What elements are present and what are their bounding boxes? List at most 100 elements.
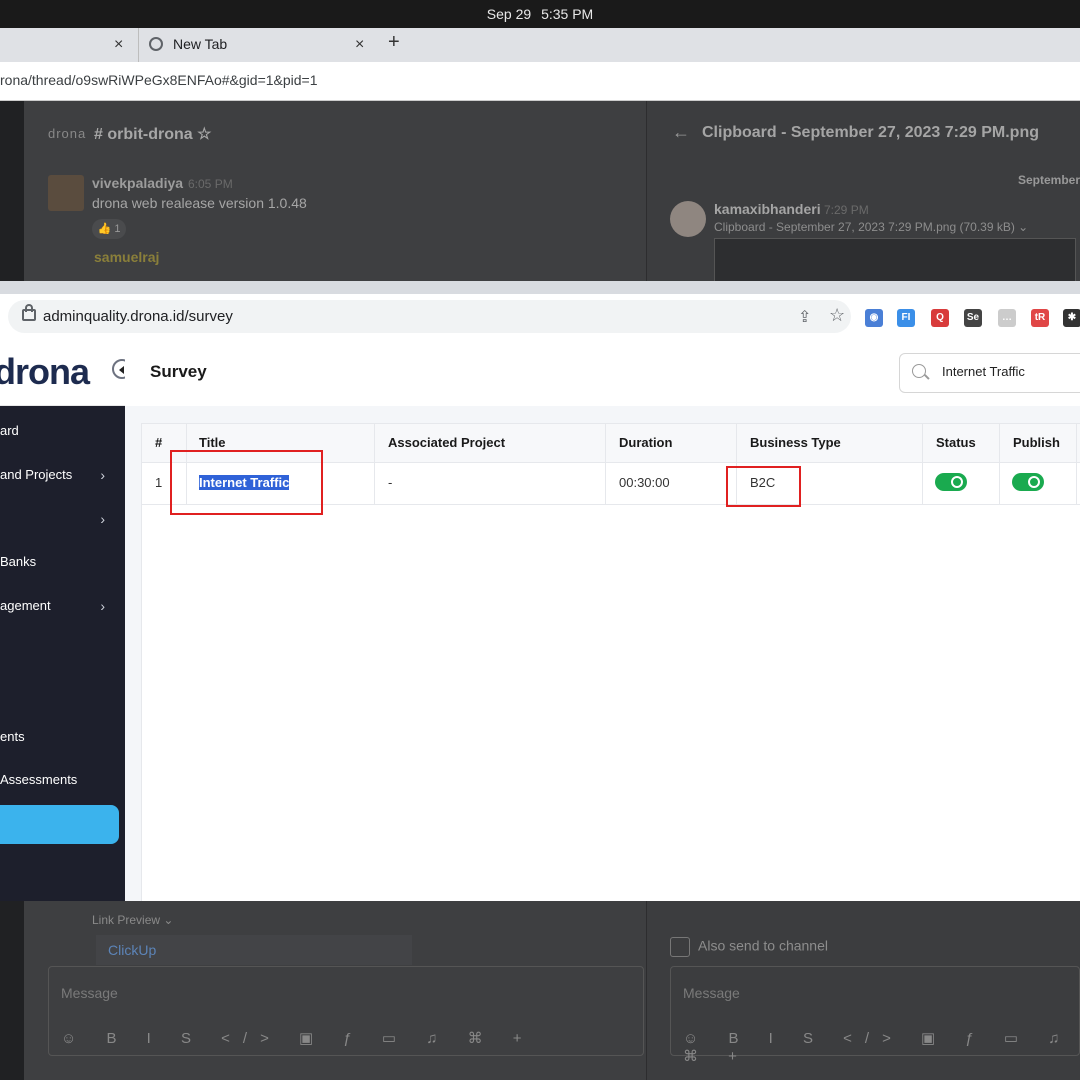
search-value[interactable]: Internet Traffic: [942, 364, 1025, 379]
system-top-bar: Sep 29 5:35 PM: [0, 0, 1080, 28]
channel-name[interactable]: # orbit-drona ☆: [94, 124, 211, 144]
sidebar-item-assessments[interactable]: Assessments: [0, 772, 125, 787]
sidebar-item-label: agement: [0, 598, 51, 613]
column-header-title[interactable]: Title: [199, 435, 226, 450]
search-input[interactable]: Internet Traffic: [899, 353, 1080, 393]
column-header-duration[interactable]: Duration: [619, 435, 672, 450]
composer-toolbar[interactable]: ☺ B I S </> ▣ ƒ ▭ ♫ ⌘ +: [683, 1029, 1079, 1065]
date-separator: September: [1018, 173, 1080, 187]
status-toggle[interactable]: [935, 473, 967, 491]
message-author[interactable]: samuelraj: [94, 249, 159, 265]
app-logo-area[interactable]: drona: [0, 339, 125, 406]
attachment-preview-image[interactable]: [714, 238, 1076, 284]
message-author[interactable]: kamaxibhanderi: [714, 201, 821, 217]
sidebar-item-banks[interactable]: Banks: [0, 554, 125, 569]
sidebar-item-survey-active[interactable]: [0, 805, 119, 844]
message-time: 6:05 PM: [188, 177, 233, 191]
system-time: 5:35 PM: [541, 6, 594, 22]
search-icon: [912, 364, 926, 378]
close-tab-icon[interactable]: ×: [355, 36, 364, 54]
attachment-name[interactable]: Clipboard - September 27, 2023 7:29 PM.p…: [714, 220, 1028, 234]
column-divider: [999, 424, 1000, 504]
cell-duration: 00:30:00: [619, 475, 670, 490]
channel-message-composer[interactable]: Message ☺ B I S </> ▣ ƒ ▭ ♫ ⌘ +: [48, 966, 644, 1056]
message-text: drona web realease version 1.0.48: [92, 195, 307, 211]
extension-icon[interactable]: tR: [1031, 309, 1049, 327]
column-divider: [922, 424, 923, 504]
cell-project: -: [388, 475, 393, 490]
sidebar-item-label: and Projects: [0, 467, 73, 482]
extension-icon[interactable]: Q: [931, 309, 949, 327]
sidebar-item-management[interactable]: agement ›: [0, 598, 125, 614]
sidebar-item-projects[interactable]: and Projects ›: [0, 467, 125, 483]
address-bar[interactable]: adminquality.drona.id/survey ⇪ ☆: [8, 300, 851, 333]
chevron-right-icon: ›: [100, 598, 105, 614]
address-url[interactable]: adminquality.drona.id/survey: [43, 308, 233, 325]
thread-message-composer[interactable]: Message ☺ B I S </> ▣ ƒ ▭ ♫ ⌘ +: [670, 966, 1080, 1065]
chevron-right-icon: ›: [100, 511, 105, 527]
extension-icon[interactable]: …: [998, 309, 1016, 327]
app-logo[interactable]: drona: [0, 351, 90, 393]
share-icon[interactable]: ⇪: [798, 307, 811, 327]
column-divider: [374, 424, 375, 504]
extensions-puzzle-icon[interactable]: ✱: [1063, 309, 1080, 327]
reaction-badge[interactable]: 👍 1: [92, 219, 126, 239]
sidebar-item-label: Assessments: [0, 772, 78, 787]
sidebar-item-label: ard: [0, 423, 19, 438]
new-tab-plus-icon[interactable]: +: [388, 31, 400, 54]
foreground-browser-window: adminquality.drona.id/survey ⇪ ☆ ◉ FI Q …: [0, 281, 1080, 901]
extension-icon[interactable]: Se: [964, 309, 982, 327]
tab-new-tab[interactable]: New Tab ×: [138, 28, 377, 62]
app-sidebar: drona ard and Projects › › Banks agement…: [0, 339, 125, 901]
close-tab-icon[interactable]: ×: [114, 36, 123, 54]
column-header-number[interactable]: #: [155, 435, 162, 450]
link-preview-toggle[interactable]: Link Preview ⌄: [92, 913, 173, 927]
system-date: Sep 29: [486, 6, 532, 22]
also-send-checkbox[interactable]: Also send to channel: [670, 937, 828, 957]
bookmark-star-icon[interactable]: ☆: [829, 305, 845, 326]
page-header: Survey Internet Traffic: [125, 339, 1080, 407]
avatar[interactable]: [48, 175, 84, 211]
column-header-project[interactable]: Associated Project: [388, 435, 505, 450]
avatar[interactable]: [670, 201, 706, 237]
checkbox-icon[interactable]: [670, 937, 690, 957]
thread-title: Clipboard - September 27, 2023 7:29 PM.p…: [702, 124, 1039, 141]
lock-icon[interactable]: [22, 304, 36, 321]
publish-toggle[interactable]: [1012, 473, 1044, 491]
also-send-label: Also send to channel: [698, 937, 828, 954]
chat-brand-logo: drona: [48, 126, 87, 141]
tab-background-1[interactable]: ×: [0, 28, 136, 62]
background-url[interactable]: rona/thread/o9swRiWPeGx8ENFAo#&gid=1&pid…: [0, 72, 318, 88]
bookmarks-strip: [0, 281, 1080, 294]
survey-table: # Title Associated Project Duration Busi…: [141, 423, 1080, 901]
composer-toolbar[interactable]: ☺ B I S </> ▣ ƒ ▭ ♫ ⌘ +: [61, 1029, 535, 1047]
background-address-bar[interactable]: rona/thread/o9swRiWPeGx8ENFAo#&gid=1&pid…: [0, 62, 1080, 101]
extension-icon[interactable]: FI: [897, 309, 915, 327]
extension-icon[interactable]: ◉: [865, 309, 883, 327]
link-preview-title[interactable]: ClickUp: [108, 942, 156, 958]
sidebar-item-label: Banks: [0, 554, 37, 569]
annotation-highlight-box: [726, 466, 801, 507]
sidebar-item-ents[interactable]: ents: [0, 729, 125, 744]
message-placeholder: Message: [683, 985, 740, 1001]
chevron-right-icon: ›: [100, 467, 105, 483]
content-area: # Title Associated Project Duration Busi…: [125, 406, 1080, 901]
background-tab-strip: × New Tab × +: [0, 28, 1080, 62]
message-author[interactable]: vivekpaladiya: [92, 175, 183, 191]
column-divider: [605, 424, 606, 504]
column-header-publish[interactable]: Publish: [1013, 435, 1060, 450]
sidebar-item-label: ents: [0, 729, 25, 744]
back-arrow-icon[interactable]: ←: [672, 122, 690, 143]
column-divider: [1076, 424, 1077, 504]
chrome-icon: [149, 37, 163, 51]
page-title: Survey: [150, 362, 207, 381]
sidebar-item-dashboard[interactable]: ard: [0, 423, 125, 438]
annotation-highlight-box: [170, 450, 323, 515]
message-time: 7:29 PM: [824, 203, 869, 217]
tab-label: New Tab: [173, 36, 228, 52]
column-header-status[interactable]: Status: [936, 435, 976, 450]
link-preview-card[interactable]: ClickUp: [96, 935, 412, 965]
message-placeholder: Message: [61, 985, 118, 1001]
column-header-business-type[interactable]: Business Type: [750, 435, 841, 450]
cell-number: 1: [155, 475, 163, 490]
